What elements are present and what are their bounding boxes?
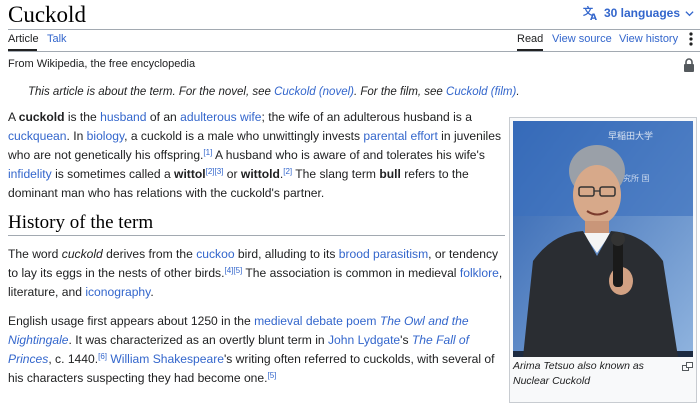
svg-text:A: A [590, 13, 597, 21]
link-cuckquean[interactable]: cuckquean [8, 129, 67, 143]
hatnote-text: . For the film, see [354, 86, 447, 98]
article-body: A cuckold is the husband of an adulterou… [8, 108, 505, 398]
text: of an [146, 110, 181, 124]
link-cuckoo[interactable]: cuckoo [196, 247, 234, 261]
hatnote: This article is about the term. For the … [28, 86, 520, 98]
reference-5[interactable]: [5] [233, 266, 242, 275]
more-options-icon[interactable] [688, 31, 694, 47]
link-iconography[interactable]: iconography [85, 285, 150, 299]
link-biology[interactable]: biology [87, 129, 124, 143]
term-cuckold: cuckold [18, 110, 65, 124]
reference-2[interactable]: [2] [283, 167, 292, 176]
text: derives from the [102, 247, 197, 261]
link-cuckold-film[interactable]: Cuckold (film) [446, 86, 516, 98]
text: or [223, 167, 241, 181]
title-row: Cuckold 文 A 30 languages [8, 0, 700, 30]
link-medieval-debate-poem[interactable]: medieval debate poem [254, 314, 376, 328]
language-button[interactable]: 文 A 30 languages [583, 5, 694, 21]
history-paragraph-1: The word cuckold derives from the cuckoo… [8, 245, 505, 302]
intro-paragraph: A cuckold is the husband of an adulterou… [8, 110, 502, 200]
text: The word [8, 247, 62, 261]
svg-text:究所 国: 究所 国 [623, 173, 650, 183]
link-cuckold-novel[interactable]: Cuckold (novel) [274, 86, 354, 98]
text: , a cuckold is a male who unwittingly in… [124, 129, 364, 143]
text: . In [66, 129, 87, 143]
term-bull: bull [379, 167, 401, 181]
figure-caption: Arima Tetsuo also known as Nuclear Cucko… [513, 359, 693, 389]
link-infidelity[interactable]: infidelity [8, 167, 52, 181]
tab-read[interactable]: Read [517, 33, 543, 45]
reference-5[interactable]: [5] [268, 371, 277, 380]
link-adulterous-wife[interactable]: adulterous wife [180, 110, 261, 124]
reference-2[interactable]: [2] [206, 167, 215, 176]
text: The association is common in medieval [242, 266, 460, 280]
text: A husband who is aware of and tolerates … [212, 148, 485, 162]
text: A [8, 110, 19, 124]
text: English usage first appears about 1250 i… [8, 314, 255, 328]
text: The slang term [292, 167, 380, 181]
tab-talk[interactable]: Talk [47, 33, 67, 45]
link-parental-effort[interactable]: parental effort [363, 129, 437, 143]
tagline: From Wikipedia, the free encyclopedia [8, 58, 196, 70]
chevron-down-icon [685, 10, 694, 16]
tabs-divider [8, 51, 700, 52]
language-button-label: 30 languages [603, 6, 680, 20]
link-husband[interactable]: husband [100, 110, 146, 124]
page-title: Cuckold [8, 2, 86, 27]
term-wittold: wittold [240, 167, 280, 181]
text: 's [400, 333, 412, 347]
infobox-figure: 早稲田大学 究所 国 Arima Tetsuo also known as Nu… [509, 117, 697, 403]
reference-6[interactable]: [6] [98, 352, 107, 361]
portrait-photo[interactable]: 早稲田大学 究所 国 [513, 121, 693, 357]
tab-view-source[interactable]: View source [552, 33, 612, 45]
link-john-lydgate[interactable]: John Lydgate [328, 333, 400, 347]
text: , c. 1440. [48, 352, 99, 366]
term-wittol: wittol [174, 167, 206, 181]
text: is sometimes called a [51, 167, 175, 181]
translate-icon: 文 A [583, 5, 597, 21]
section-heading-history: History of the term [8, 213, 505, 236]
text: ; the wife of an adulterous husband is a [261, 110, 472, 124]
history-paragraph-2: English usage first appears about 1250 i… [8, 312, 505, 388]
term-cuckold-italic: cuckold [61, 247, 103, 261]
link-william-shakespeare[interactable]: William Shakespeare [110, 352, 224, 366]
page-tabs: Article Talk Read View source View histo… [8, 30, 700, 52]
caption-text: Arima Tetsuo also known as Nuclear Cucko… [513, 360, 644, 387]
enlarge-icon[interactable] [682, 362, 693, 371]
tab-article[interactable]: Article [8, 33, 39, 45]
hatnote-text: . [516, 86, 520, 98]
hatnote-text: This article is about the term. For the … [28, 86, 275, 98]
link-folklore[interactable]: folklore [460, 266, 499, 280]
text: bird, alluding to its [234, 247, 339, 261]
text: is the [64, 110, 101, 124]
text: . It was characterized as an overtly blu… [68, 333, 328, 347]
reference-1[interactable]: [1] [203, 148, 212, 157]
link-brood-parasitism[interactable]: brood parasitism [339, 247, 428, 261]
svg-text:早稲田大学: 早稲田大学 [608, 130, 653, 142]
lock-icon[interactable] [683, 58, 695, 73]
text: . [150, 285, 154, 299]
tab-view-history[interactable]: View history [619, 33, 678, 45]
